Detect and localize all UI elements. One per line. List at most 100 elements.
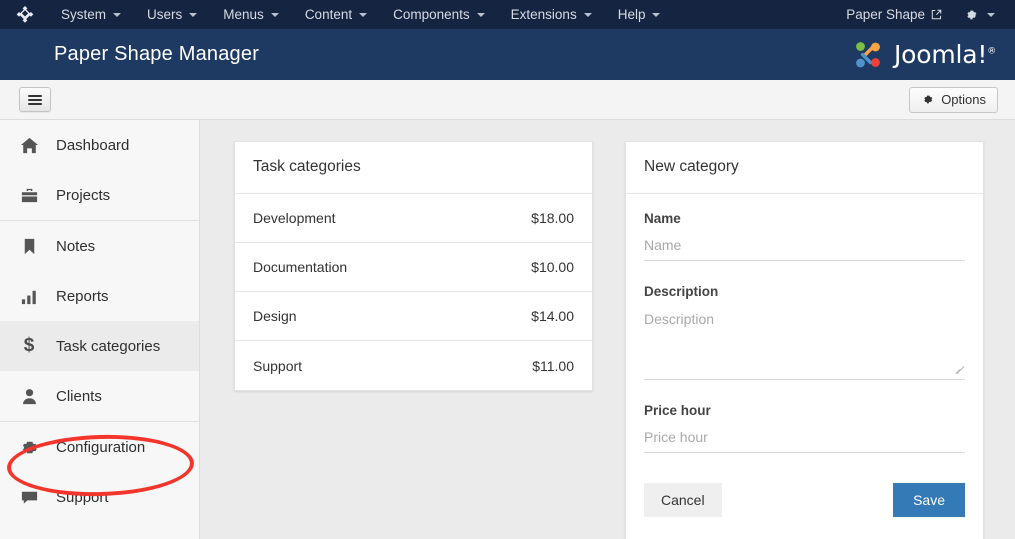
sidebar-item-clients[interactable]: Clients — [0, 371, 199, 421]
description-textarea[interactable] — [644, 308, 965, 380]
top-menu-item-menus[interactable]: Menus — [210, 0, 292, 29]
new-category-card-title: New category — [626, 142, 983, 194]
sidebar-toggle-button[interactable] — [19, 87, 51, 112]
admin-settings-menu[interactable] — [954, 8, 1007, 22]
hamburger-menu-icon — [28, 93, 42, 107]
category-name: Development — [253, 210, 336, 226]
form-actions: Cancel Save — [626, 476, 983, 539]
task-categories-card: Task categories Development $18.00 Docum… — [234, 141, 593, 391]
gear-icon — [18, 438, 40, 457]
top-menu-item-users[interactable]: Users — [134, 0, 210, 29]
chevron-down-icon — [583, 12, 592, 17]
top-menu-label: Help — [617, 7, 646, 22]
top-menu-label: System — [61, 7, 107, 22]
description-label: Description — [644, 284, 719, 299]
sidebar: Dashboard Projects Notes Reports $ Task … — [0, 120, 200, 539]
sidebar-item-task-categories[interactable]: $ Task categories — [0, 321, 199, 371]
sidebar-item-dashboard[interactable]: Dashboard — [0, 120, 199, 170]
category-name: Documentation — [253, 259, 348, 275]
gear-icon — [924, 95, 933, 104]
top-menu-item-help[interactable]: Help — [605, 0, 674, 29]
sidebar-item-label: Configuration — [56, 438, 146, 456]
page-title: Paper Shape Manager — [54, 43, 260, 65]
category-price: $11.00 — [532, 357, 574, 374]
joomla-logo: Joomla!® — [851, 38, 996, 72]
joomla-brand-icon — [856, 41, 880, 67]
name-input[interactable] — [644, 235, 965, 261]
options-button-label: Options — [941, 92, 986, 107]
gear-icon — [967, 10, 977, 19]
sidebar-item-label: Notes — [56, 237, 96, 255]
category-price: $10.00 — [531, 259, 574, 275]
save-button[interactable]: Save — [893, 483, 965, 517]
sidebar-item-notes[interactable]: Notes — [0, 221, 199, 271]
sidebar-item-configuration[interactable]: Configuration — [0, 422, 199, 472]
main-content: Task categories Development $18.00 Docum… — [200, 120, 1015, 539]
price-hour-input[interactable] — [644, 427, 965, 453]
site-preview-link[interactable]: Paper Shape — [834, 7, 954, 22]
joomla-registered-mark: ® — [987, 46, 996, 57]
name-label: Name — [644, 211, 681, 226]
top-admin-bar: System Users Menus Content Components Ex… — [0, 0, 1015, 29]
site-name-label: Paper Shape — [846, 7, 925, 22]
chevron-down-icon — [189, 12, 198, 17]
page-header: Paper Shape Manager Joomla!® — [0, 29, 1015, 80]
comment-icon — [18, 488, 40, 507]
table-row[interactable]: Development $18.00 — [235, 194, 592, 243]
top-menu-item-content[interactable]: Content — [292, 0, 380, 29]
joomla-monogram-icon[interactable] — [14, 4, 36, 26]
chevron-down-icon — [270, 12, 279, 17]
external-link-icon — [931, 9, 942, 20]
category-name: Support — [253, 357, 303, 374]
new-category-form: Name Description — [626, 194, 983, 453]
chevron-down-icon — [359, 12, 368, 17]
category-name: Design — [253, 308, 297, 324]
toolbar: Options — [0, 80, 1015, 120]
bar-chart-icon — [18, 287, 40, 306]
top-menu-item-extensions[interactable]: Extensions — [498, 0, 605, 29]
chevron-down-icon — [113, 12, 122, 17]
dollar-icon: $ — [23, 335, 35, 356]
table-row[interactable]: Support $11.00 — [235, 341, 592, 390]
top-menu-label: Extensions — [510, 7, 577, 22]
user-icon — [18, 387, 40, 406]
new-category-card: New category Name Description — [625, 141, 984, 539]
sidebar-item-reports[interactable]: Reports — [0, 271, 199, 321]
body-area: Dashboard Projects Notes Reports $ Task … — [0, 120, 1015, 539]
chevron-down-icon — [987, 12, 995, 17]
description-input-wrapper — [644, 308, 965, 380]
sidebar-item-projects[interactable]: Projects — [0, 170, 199, 220]
name-field-group: Name — [644, 211, 965, 261]
sidebar-item-label: Task categories — [56, 337, 161, 355]
price-hour-field-group: Price hour — [644, 403, 965, 453]
chevron-down-icon — [652, 12, 661, 17]
table-row[interactable]: Design $14.00 — [235, 292, 592, 341]
table-row[interactable]: Documentation $10.00 — [235, 243, 592, 292]
task-categories-card-title: Task categories — [235, 142, 592, 194]
top-menu: System Users Menus Content Components Ex… — [48, 0, 673, 29]
chevron-down-icon — [476, 12, 485, 17]
top-menu-label: Components — [393, 7, 470, 22]
price-hour-label: Price hour — [644, 403, 711, 418]
sidebar-item-label: Dashboard — [56, 136, 130, 154]
top-menu-label: Users — [147, 7, 183, 22]
bookmark-icon — [18, 237, 40, 256]
admin-page: System Users Menus Content Components Ex… — [0, 0, 1015, 539]
top-bar-right: Paper Shape — [834, 0, 1007, 29]
sidebar-item-support[interactable]: Support — [0, 472, 199, 522]
description-field-group: Description — [644, 284, 965, 380]
sidebar-item-label: Support — [56, 488, 109, 506]
cancel-button[interactable]: Cancel — [644, 483, 722, 517]
category-price: $14.00 — [531, 308, 574, 324]
sidebar-item-label: Reports — [56, 287, 109, 305]
top-menu-label: Content — [304, 7, 353, 22]
sidebar-item-label: Projects — [56, 186, 111, 204]
home-icon — [18, 136, 40, 155]
joomla-wordmark: Joomla!® — [894, 40, 996, 69]
options-button[interactable]: Options — [909, 86, 998, 113]
briefcase-icon — [18, 186, 40, 205]
top-menu-item-system[interactable]: System — [48, 0, 134, 29]
category-price: $18.00 — [531, 210, 574, 226]
joomla-wordmark-text: Joomla! — [893, 40, 988, 69]
top-menu-item-components[interactable]: Components — [380, 0, 498, 29]
